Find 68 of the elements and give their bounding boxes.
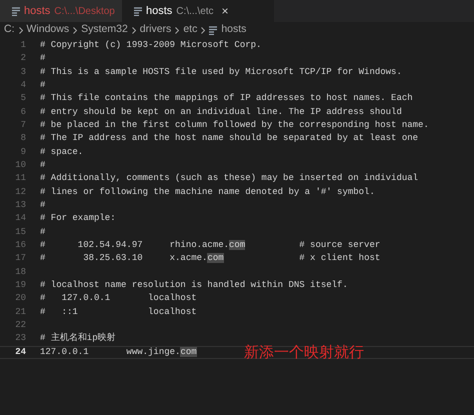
line-number: 14	[14, 212, 26, 226]
breadcrumb-item[interactable]: Windows	[26, 22, 70, 38]
chevron-icon	[175, 26, 180, 34]
editor-tab[interactable]: hosts C:\...\Desktop	[0, 0, 122, 22]
line-number: 5	[20, 92, 26, 106]
breadcrumb-item[interactable]: System32	[81, 22, 128, 38]
chevron-icon	[201, 26, 206, 34]
line-number: 18	[14, 266, 26, 279]
editor-tab[interactable]: hosts C:\...\etc ×	[122, 0, 274, 22]
tab-path: C:\...\Desktop	[54, 4, 115, 18]
code-line: # The IP address and the host name should be separated by at least one	[40, 132, 418, 146]
chevron-icon	[18, 26, 22, 34]
code-line: # 102.54.94.97 rhino.acme.com # source server	[40, 239, 380, 252]
code-line: # lines or following the machine name denoted by a '#' symbol.	[40, 186, 375, 199]
tab-path: C:\...\etc	[176, 4, 214, 18]
code-line: # ::1 localhost	[40, 306, 197, 319]
line-number: 24	[14, 346, 26, 359]
code-line: 127.0.0.1 www.jinge.com	[40, 346, 197, 359]
code-line: # be placed in the first column followed by the corresponding host name.	[40, 118, 429, 132]
tab-title: hosts	[146, 4, 172, 19]
code-line: # 127.0.0.1 localhost	[40, 292, 197, 306]
file-lines-icon	[134, 6, 142, 16]
line-number: 19	[14, 279, 26, 292]
code-line: # Additionally, comments (such as these) may be inserted on individual	[40, 172, 418, 186]
breadcrumb-item[interactable]: C:	[4, 22, 14, 38]
line-number: 9	[20, 146, 26, 159]
line-number: 12	[14, 186, 26, 199]
code-line: #	[40, 159, 46, 172]
line-number: 6	[20, 106, 26, 119]
line-number: 10	[14, 159, 26, 172]
code-line: #	[40, 52, 46, 66]
line-number: 8	[20, 132, 26, 146]
line-number: 7	[20, 118, 26, 132]
code-line: #	[40, 226, 46, 239]
code-line: # entry should be kept on an individual line. The IP address should	[40, 106, 402, 119]
line-number: 13	[14, 199, 26, 212]
code-line: #	[40, 78, 46, 92]
line-number: 16	[14, 239, 26, 252]
breadcrumb-item[interactable]: drivers	[140, 22, 172, 38]
code-line: # 38.25.63.10 x.acme.com # x client host	[40, 252, 380, 266]
code-line: # This is a sample HOSTS file used by Microsoft TCP/IP for Windows.	[40, 66, 402, 79]
file-lines-icon	[12, 6, 20, 16]
code-line: # This file contains the mappings of IP addresses to host names. Each	[40, 92, 413, 106]
line-number: 15	[14, 226, 26, 239]
breadcrumb-item[interactable]: etc	[183, 22, 198, 38]
code-line: # Copyright (c) 1993-2009 Microsoft Corp.	[40, 38, 262, 52]
line-number: 20	[14, 292, 26, 306]
annotation-text: 新添一个映射就行	[244, 343, 364, 363]
code-line: #	[40, 199, 46, 212]
line-number: 21	[14, 306, 26, 319]
line-number: 23	[14, 332, 26, 346]
line-number: 2	[20, 52, 26, 66]
file-lines-icon	[209, 26, 218, 34]
line-number: 4	[20, 78, 26, 92]
code-line: # For example:	[40, 212, 116, 226]
line-number: 22	[14, 319, 26, 332]
breadcrumb-item[interactable]: hosts	[221, 22, 246, 38]
line-number: 3	[20, 66, 26, 79]
close-button[interactable]: ×	[222, 5, 229, 17]
code-line: # 主机名和ip映射	[40, 332, 116, 346]
line-number: 17	[14, 252, 26, 266]
chevron-icon	[132, 26, 136, 34]
tab-title: hosts	[24, 4, 50, 19]
line-number: 11	[14, 172, 26, 186]
line-number: 1	[20, 38, 26, 52]
chevron-icon	[73, 26, 78, 34]
code-line: # space.	[40, 146, 84, 159]
code-line: # localhost name resolution is handled within DNS itself.	[40, 279, 348, 292]
